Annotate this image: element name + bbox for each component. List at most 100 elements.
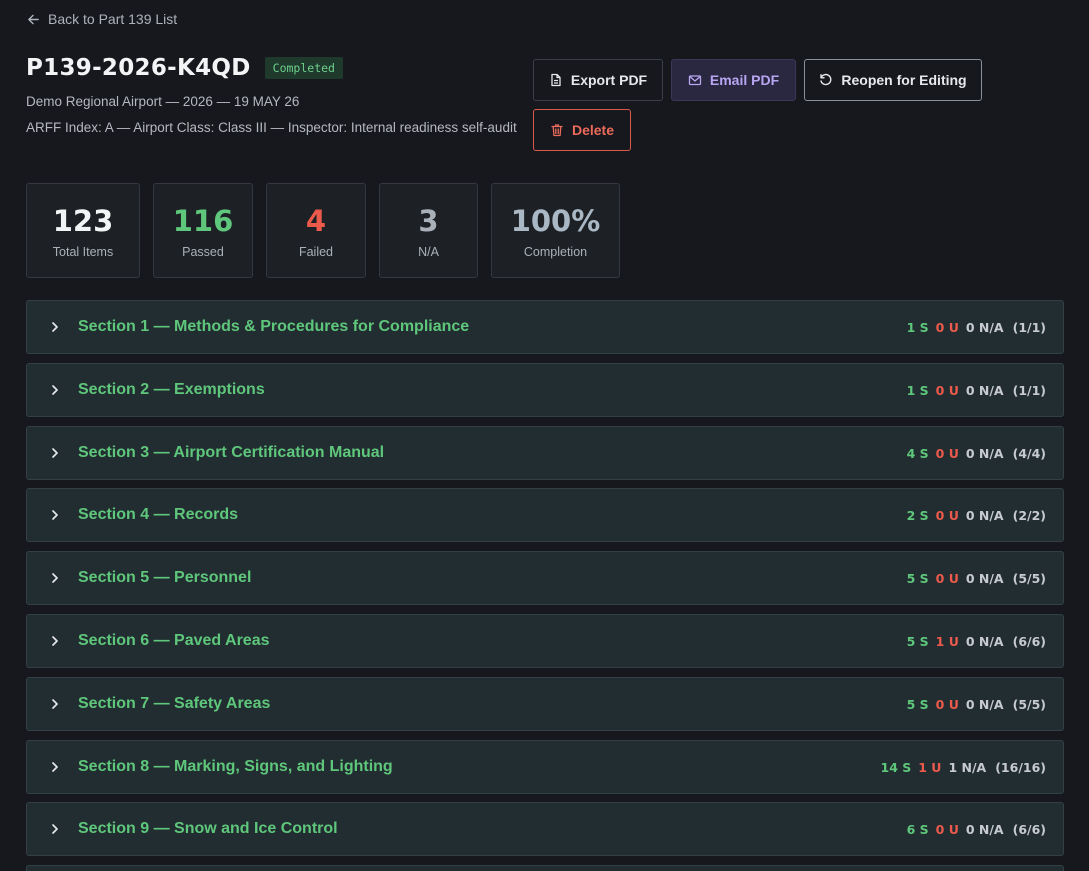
email-pdf-button[interactable]: Email PDF	[671, 59, 796, 101]
stat-label: Completion	[523, 244, 588, 259]
unsatisfactory-count: 0 U	[935, 507, 959, 523]
stat-label: Passed	[182, 244, 224, 259]
section-row-6[interactable]: Section 6 — Paved Areas 5 S 1 U 0 N/A (6…	[26, 614, 1064, 668]
section-title: Section 1 — Methods & Procedures for Com…	[78, 318, 470, 335]
unsatisfactory-count: 0 U	[935, 696, 959, 712]
delete-button[interactable]: Delete	[533, 109, 631, 151]
unsatisfactory-count: 0 U	[935, 445, 959, 461]
stat-label: N/A	[418, 244, 439, 259]
section-counts: 5 S 0 U 0 N/A (5/5)	[907, 697, 1046, 712]
email-pdf-label: Email PDF	[709, 72, 780, 88]
chevron-right-icon	[52, 510, 58, 520]
section-counts: 1 S 0 U 0 N/A (1/1)	[907, 383, 1046, 398]
section-title: Section 8 — Marking, Signs, and Lighting	[78, 758, 393, 775]
chevron-right-icon	[52, 762, 58, 772]
section-title: Section 6 — Paved Areas	[78, 632, 270, 649]
section-title: Section 4 — Records	[78, 506, 239, 523]
section-counts: 14 S 1 U 1 N/A (16/16)	[881, 760, 1047, 775]
satisfactory-count: 5 S	[906, 633, 929, 649]
title-row: P139-2026-K4QD Completed	[26, 55, 343, 81]
document-icon	[551, 73, 561, 87]
completion-ratio: (6/6)	[1012, 633, 1046, 649]
unsatisfactory-count: 1 U	[918, 759, 942, 775]
status-badge: Completed	[264, 57, 343, 79]
completion-ratio: (16/16)	[995, 759, 1046, 775]
completion-ratio: (1/1)	[1012, 319, 1046, 335]
section-row-2[interactable]: Section 2 — Exemptions 1 S 0 U 0 N/A (1/…	[26, 363, 1064, 417]
unsatisfactory-count: 0 U	[935, 319, 959, 335]
stat-value: 100%	[510, 203, 601, 238]
completion-ratio: (2/2)	[1012, 507, 1046, 523]
meta-inspection-details: ARFF Index: A — Airport Class: Class III…	[26, 120, 517, 135]
section-row-4[interactable]: Section 4 — Records 2 S 0 U 0 N/A (2/2)	[26, 488, 1064, 542]
stat-value: 123	[52, 203, 114, 238]
na-count: 0 N/A	[965, 445, 1004, 461]
chevron-right-icon	[52, 385, 58, 395]
stat-value: 116	[172, 203, 234, 238]
reopen-label: Reopen for Editing	[841, 72, 967, 88]
back-link[interactable]: Back to Part 139 List	[27, 11, 177, 27]
stat-passed: 116 Passed	[153, 183, 253, 278]
stat-label: Total Items	[52, 244, 114, 259]
chevron-right-icon	[52, 636, 58, 646]
chevron-right-icon	[52, 573, 58, 583]
completion-ratio: (5/5)	[1012, 570, 1046, 586]
section-row-3[interactable]: Section 3 — Airport Certification Manual…	[26, 426, 1064, 480]
chevron-right-icon	[52, 699, 58, 709]
section-title: Section 2 — Exemptions	[78, 381, 265, 398]
export-pdf-label: Export PDF	[570, 72, 648, 88]
completion-ratio: (1/1)	[1012, 382, 1046, 398]
unsatisfactory-count: 1 U	[935, 633, 959, 649]
chevron-right-icon	[52, 824, 58, 834]
satisfactory-count: 5 S	[906, 696, 929, 712]
section-counts: 5 S 0 U 0 N/A (5/5)	[907, 571, 1046, 586]
satisfactory-count: 4 S	[906, 445, 929, 461]
completion-ratio: (4/4)	[1012, 445, 1046, 461]
unsatisfactory-count: 0 U	[935, 821, 959, 837]
section-counts: 6 S 0 U 0 N/A (6/6)	[907, 822, 1046, 837]
satisfactory-count: 2 S	[906, 507, 929, 523]
section-title: Section 5 — Personnel	[78, 569, 252, 586]
section-row-7[interactable]: Section 7 — Safety Areas 5 S 0 U 0 N/A (…	[26, 677, 1064, 731]
section-row-5[interactable]: Section 5 — Personnel 5 S 0 U 0 N/A (5/5…	[26, 551, 1064, 605]
na-count: 1 N/A	[948, 759, 987, 775]
export-pdf-button[interactable]: Export PDF	[533, 59, 663, 101]
satisfactory-count: 5 S	[906, 570, 929, 586]
satisfactory-count: 1 S	[906, 319, 929, 335]
section-row-8[interactable]: Section 8 — Marking, Signs, and Lighting…	[26, 740, 1064, 794]
na-count: 0 N/A	[965, 633, 1004, 649]
chevron-right-icon	[52, 448, 58, 458]
na-count: 0 N/A	[965, 319, 1004, 335]
section-title: Section 3 — Airport Certification Manual	[78, 444, 385, 461]
section-counts: 1 S 0 U 0 N/A (1/1)	[907, 320, 1046, 335]
stat-completion: 100% Completion	[491, 183, 620, 278]
section-title: Section 7 — Safety Areas	[78, 695, 271, 712]
section-row-1[interactable]: Section 1 — Methods & Procedures for Com…	[26, 300, 1064, 354]
stat-failed: 4 Failed	[266, 183, 366, 278]
arrow-left-icon	[28, 14, 39, 24]
reopen-for-editing-button[interactable]: Reopen for Editing	[804, 59, 982, 101]
stat-value: 3	[418, 203, 439, 238]
na-count: 0 N/A	[965, 507, 1004, 523]
section-row-next[interactable]	[26, 865, 1064, 871]
na-count: 0 N/A	[965, 821, 1004, 837]
section-counts: 5 S 1 U 0 N/A (6/6)	[907, 634, 1046, 649]
completion-ratio: (5/5)	[1012, 696, 1046, 712]
section-row-9[interactable]: Section 9 — Snow and Ice Control 6 S 0 U…	[26, 802, 1064, 856]
completion-ratio: (6/6)	[1012, 821, 1046, 837]
stat-na: 3 N/A	[379, 183, 478, 278]
back-link-label: Back to Part 139 List	[48, 11, 178, 27]
meta-airport-date: Demo Regional Airport — 2026 — 19 MAY 26	[26, 94, 300, 109]
unsatisfactory-count: 0 U	[935, 382, 959, 398]
section-title: Section 9 — Snow and Ice Control	[78, 820, 338, 837]
chevron-right-icon	[52, 322, 58, 332]
na-count: 0 N/A	[965, 382, 1004, 398]
section-counts: 2 S 0 U 0 N/A (2/2)	[907, 508, 1046, 523]
stat-value: 4	[305, 203, 327, 238]
na-count: 0 N/A	[965, 696, 1004, 712]
unsatisfactory-count: 0 U	[935, 570, 959, 586]
stat-total-items: 123 Total Items	[26, 183, 140, 278]
satisfactory-count: 6 S	[906, 821, 929, 837]
mail-icon	[688, 75, 702, 86]
trash-icon	[551, 124, 563, 137]
